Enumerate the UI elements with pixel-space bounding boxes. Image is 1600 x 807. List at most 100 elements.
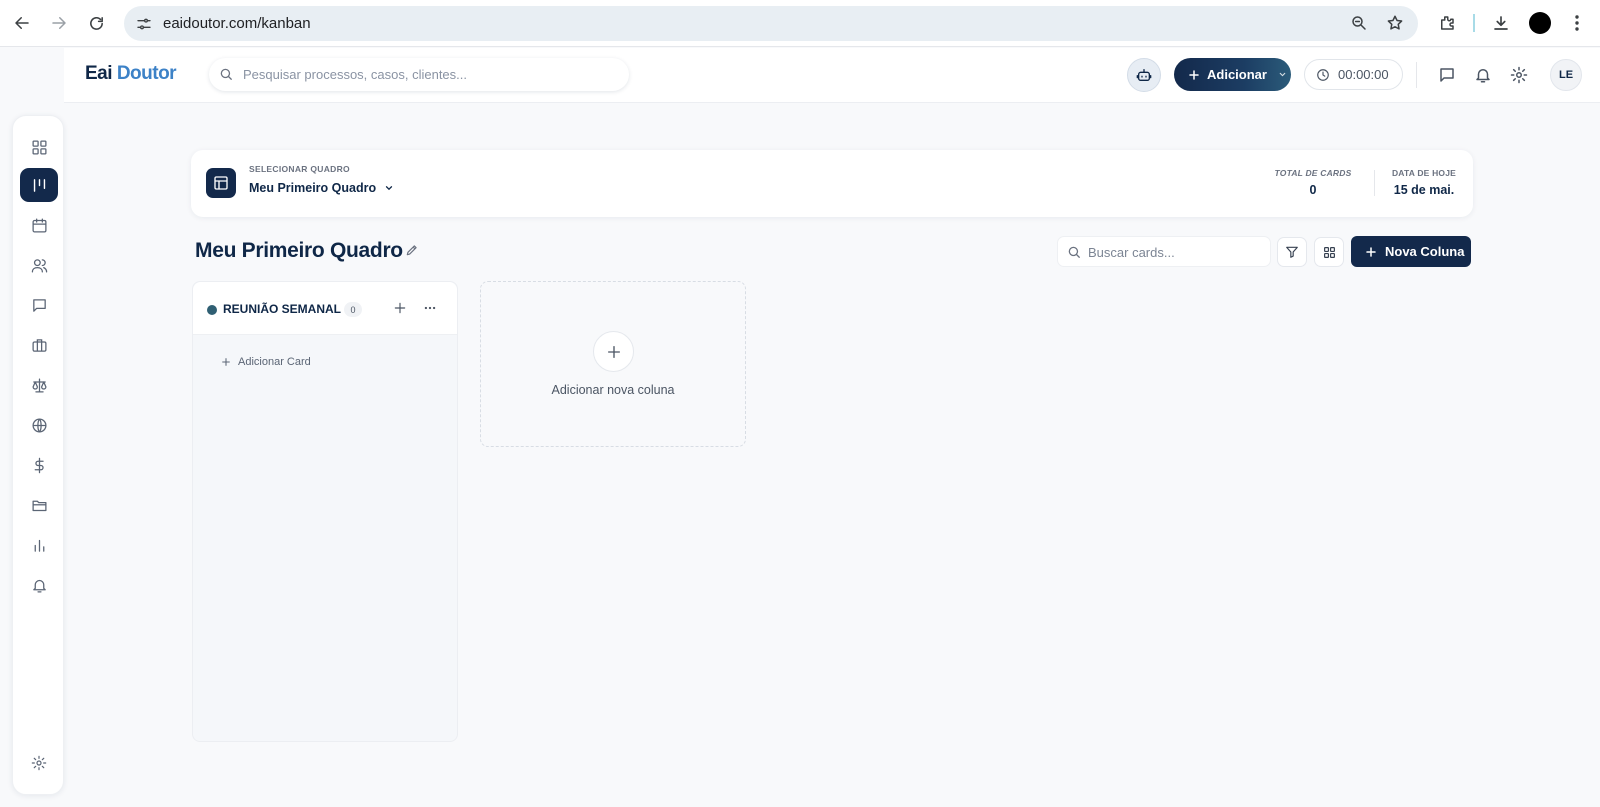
app-header: Eai Doutor Adicionar 00:00:00 LE	[64, 48, 1600, 103]
board-selector-card: SELECIONAR QUADRO Meu Primeiro Quadro TO…	[191, 150, 1473, 217]
briefcase-icon	[31, 337, 48, 354]
notification-bell-icon[interactable]	[1472, 64, 1494, 86]
board-title: Meu Primeiro Quadro	[195, 239, 403, 262]
dollar-icon	[31, 457, 48, 474]
chart-icon	[31, 537, 48, 554]
settings-gear-icon[interactable]	[1508, 64, 1530, 86]
url-text: eaidoutor.com/kanban	[163, 15, 311, 32]
assistant-bot-button[interactable]	[1127, 58, 1161, 92]
forward-icon[interactable]	[48, 12, 70, 34]
add-card-button[interactable]: Adicionar Card	[221, 356, 311, 368]
column-color-dot	[207, 305, 217, 315]
global-search[interactable]	[209, 58, 629, 91]
folder-icon	[31, 497, 48, 514]
board-select-value: Meu Primeiro Quadro	[249, 181, 377, 195]
sidebar-item-kanban[interactable]	[20, 168, 58, 202]
sidebar-item-finance[interactable]	[20, 448, 58, 482]
total-cards-stat: TOTAL DE CARDS 0	[1274, 168, 1352, 197]
edit-pencil-icon[interactable]	[405, 243, 419, 257]
total-cards-label: TOTAL DE CARDS	[1274, 168, 1352, 178]
column-card-count: 0	[344, 302, 362, 317]
browser-toolbar: eaidoutor.com/kanban	[0, 0, 1600, 47]
sidebar-item-documents[interactable]	[20, 488, 58, 522]
add-button-label: Adicionar	[1207, 67, 1267, 82]
plus-icon	[1188, 69, 1200, 81]
chevron-down-icon	[1278, 70, 1287, 79]
column-add-icon[interactable]	[393, 301, 407, 315]
reload-icon[interactable]	[85, 12, 107, 34]
bot-icon	[1136, 67, 1152, 83]
today-date-stat: DATA DE HOJE 15 de mai.	[1389, 168, 1459, 197]
stat-divider	[1374, 170, 1375, 196]
sidebar-item-alerts[interactable]	[20, 568, 58, 602]
chevron-down-icon	[384, 183, 394, 193]
user-avatar[interactable]: LE	[1550, 59, 1582, 91]
site-settings-icon[interactable]	[134, 14, 154, 34]
global-search-input[interactable]	[243, 58, 613, 91]
kanban-icon	[31, 177, 48, 194]
new-column-label: Nova Coluna	[1385, 244, 1465, 259]
menu-dots-icon[interactable]	[1566, 12, 1588, 34]
add-column-plus-icon	[593, 331, 634, 372]
logo-text-accent: Doutor	[116, 63, 177, 84]
sidebar-item-settings[interactable]	[20, 746, 58, 780]
timer-value: 00:00:00	[1338, 67, 1389, 82]
extensions-icon[interactable]	[1436, 12, 1458, 34]
add-column-placeholder[interactable]: Adicionar nova coluna	[480, 281, 746, 447]
users-icon	[31, 257, 48, 274]
message-icon	[31, 297, 48, 314]
header-divider	[1416, 62, 1417, 88]
address-bar[interactable]: eaidoutor.com/kanban	[124, 6, 1418, 41]
zoom-icon[interactable]	[1350, 14, 1368, 32]
board-selector-label: SELECIONAR QUADRO	[249, 164, 350, 174]
today-date-value: 15 de mai.	[1393, 183, 1455, 197]
sidebar-item-clients[interactable]	[20, 248, 58, 282]
time-tracker[interactable]: 00:00:00	[1304, 59, 1403, 90]
kanban-column: REUNIÃO SEMANAL 0 Adicionar Card	[192, 281, 458, 742]
sidebar-item-cases[interactable]	[20, 328, 58, 362]
sidebar-item-calendar[interactable]	[20, 208, 58, 242]
search-icon	[219, 67, 233, 81]
logo-text-primary: Eai	[85, 63, 113, 84]
filter-button[interactable]	[1277, 237, 1307, 267]
sidebar-item-web[interactable]	[20, 408, 58, 442]
grid-view-button[interactable]	[1314, 237, 1344, 267]
card-search[interactable]	[1057, 236, 1271, 268]
profile-avatar[interactable]	[1529, 12, 1551, 34]
grid-icon	[1323, 246, 1336, 259]
clock-icon	[1316, 68, 1330, 82]
total-cards-value: 0	[1309, 183, 1317, 197]
plus-icon	[1365, 246, 1377, 258]
add-column-label: Adicionar nova coluna	[551, 383, 675, 397]
column-more-icon[interactable]	[423, 301, 437, 315]
new-column-button[interactable]: Nova Coluna	[1351, 236, 1471, 267]
sidebar-item-reports[interactable]	[20, 528, 58, 562]
filter-icon	[1285, 245, 1299, 259]
logo[interactable]: Eai Doutor	[85, 63, 177, 85]
dashboard-icon	[31, 139, 48, 156]
board-layout-icon	[206, 168, 236, 198]
toolbar-divider	[1473, 14, 1475, 32]
bell-icon	[31, 577, 48, 594]
sidebar-item-processes[interactable]	[20, 368, 58, 402]
calendar-icon	[31, 217, 48, 234]
settings-icon	[31, 755, 47, 771]
chat-icon[interactable]	[1436, 64, 1458, 86]
sidebar-item-dashboard[interactable]	[20, 130, 58, 164]
column-header: REUNIÃO SEMANAL 0	[193, 282, 457, 335]
today-date-label: DATA DE HOJE	[1391, 168, 1457, 178]
bookmark-star-icon[interactable]	[1386, 14, 1404, 32]
board-select-dropdown[interactable]: Meu Primeiro Quadro	[249, 181, 394, 195]
globe-icon	[31, 417, 48, 434]
download-icon[interactable]	[1490, 12, 1512, 34]
add-card-label: Adicionar Card	[238, 356, 311, 368]
column-title: REUNIÃO SEMANAL	[223, 302, 342, 316]
add-button[interactable]: Adicionar	[1174, 58, 1291, 91]
scale-icon	[31, 377, 48, 394]
plus-icon	[221, 357, 231, 367]
card-search-input[interactable]	[1088, 237, 1266, 268]
search-icon	[1067, 245, 1081, 259]
back-icon[interactable]	[11, 12, 33, 34]
sidebar-item-messages[interactable]	[20, 288, 58, 322]
sidebar	[12, 115, 64, 795]
